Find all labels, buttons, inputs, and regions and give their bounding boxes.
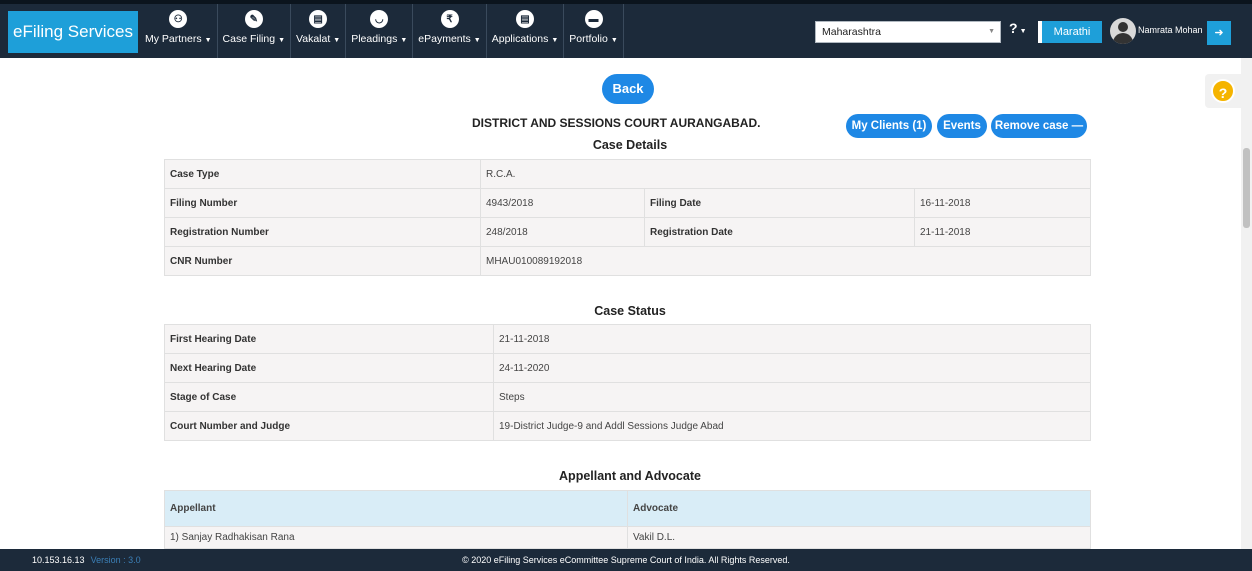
- table-row: 1) Sanjay Radhakisan Rana Vakil D.L.: [164, 526, 1091, 549]
- state-select[interactable]: Maharashtra ▼: [815, 21, 1001, 43]
- appellant-column-header: Appellant: [164, 490, 628, 527]
- court-title: DISTRICT AND SESSIONS COURT AURANGABAD.: [472, 116, 761, 130]
- filing-date-label: Filing Date: [644, 188, 915, 218]
- caret-down-icon: ▼: [473, 37, 481, 44]
- partners-icon: ⚇: [169, 10, 188, 28]
- table-header-row: Appellant Advocate: [164, 490, 1091, 527]
- server-ip: 10.153.16.13: [32, 555, 85, 565]
- help-circle-icon: ?: [1211, 79, 1235, 103]
- state-select-value: Maharashtra: [822, 26, 881, 38]
- menu-portfolio[interactable]: ▬ Portfolio ▼: [564, 4, 624, 58]
- table-row: Registration Number 248/2018 Registratio…: [164, 217, 1091, 247]
- language-button[interactable]: Marathi: [1038, 21, 1102, 43]
- menu-pleadings[interactable]: ◡ Pleadings ▼: [346, 4, 414, 58]
- caret-down-icon: ▼: [610, 37, 618, 44]
- table-row: First Hearing Date 21-11-2018: [164, 324, 1091, 354]
- briefcase-icon: ▬: [584, 10, 603, 28]
- events-button[interactable]: Events: [937, 114, 987, 138]
- menu-label: My Partners: [145, 33, 202, 45]
- my-clients-button[interactable]: My Clients (1): [846, 114, 932, 138]
- registration-date-value: 21-11-2018: [914, 217, 1091, 247]
- avatar-head: [1118, 22, 1128, 32]
- footer: © 2020 eFiling Services eCommittee Supre…: [0, 549, 1252, 571]
- caret-down-icon: ▼: [333, 37, 341, 44]
- case-type-label: Case Type: [164, 159, 481, 189]
- back-button[interactable]: Back: [602, 74, 654, 104]
- appellant-table: Appellant Advocate 1) Sanjay Radhakisan …: [164, 490, 1091, 549]
- caret-down-icon: ▼: [400, 37, 408, 44]
- brand-logo[interactable]: eFiling Services: [8, 11, 138, 53]
- advocate-name: Vakil D.L.: [627, 526, 1091, 549]
- filing-number-value: 4943/2018: [480, 188, 645, 218]
- menu-applications[interactable]: ▤ Applications ▼: [487, 4, 565, 58]
- status-label: Court Number and Judge: [164, 411, 494, 441]
- table-row: Stage of Case Steps: [164, 382, 1091, 412]
- menu-case-filing[interactable]: ✎ Case Filing ▼: [218, 4, 292, 58]
- menu-my-partners[interactable]: ⚇ My Partners ▼: [140, 4, 218, 58]
- avatar-body: [1113, 33, 1133, 44]
- help-widget[interactable]: ?: [1205, 74, 1241, 108]
- menu-label: ePayments: [418, 33, 471, 45]
- status-label: Stage of Case: [164, 382, 494, 412]
- menu-label: Portfolio: [569, 33, 608, 45]
- caret-down-icon: ▼: [1019, 28, 1027, 35]
- status-value: 24-11-2020: [493, 353, 1091, 383]
- menu-label: Case Filing: [222, 33, 276, 45]
- version-text: Version : 3.0: [90, 555, 141, 565]
- appellant-title: Appellant and Advocate: [559, 469, 701, 483]
- cnr-value: MHAU010089192018: [480, 246, 1091, 276]
- table-row: Case Type R.C.A.: [164, 159, 1091, 189]
- menu-label: Pleadings: [351, 33, 398, 45]
- registration-number-value: 248/2018: [480, 217, 645, 247]
- caret-down-icon: ▼: [204, 37, 212, 44]
- remove-case-button[interactable]: Remove case —: [991, 114, 1087, 138]
- table-row: CNR Number MHAU010089192018: [164, 246, 1091, 276]
- file-icon: ▤: [516, 10, 535, 28]
- filing-number-label: Filing Number: [164, 188, 481, 218]
- case-details-title: Case Details: [592, 138, 668, 152]
- status-value: Steps: [493, 382, 1091, 412]
- filing-date-value: 16-11-2018: [914, 188, 1091, 218]
- help-menu[interactable]: ? ▼: [1009, 20, 1027, 36]
- question-icon: ?: [1009, 20, 1018, 36]
- registration-date-label: Registration Date: [644, 217, 915, 247]
- table-row: Court Number and Judge 19-District Judge…: [164, 411, 1091, 441]
- menu-epayments[interactable]: ₹ ePayments ▼: [413, 4, 487, 58]
- rupee-icon: ₹: [440, 10, 459, 28]
- main-menu: ⚇ My Partners ▼ ✎ Case Filing ▼ ▤ Vakalat ▼…: [140, 4, 624, 58]
- registration-number-label: Registration Number: [164, 217, 481, 247]
- document-icon: ▤: [309, 10, 328, 28]
- status-value: 19-District Judge-9 and Addl Sessions Ju…: [493, 411, 1091, 441]
- hands-icon: ◡: [370, 10, 389, 28]
- avatar[interactable]: [1110, 18, 1136, 44]
- caret-down-icon: ▼: [278, 37, 286, 44]
- copyright-text: © 2020 eFiling Services eCommittee Supre…: [462, 555, 790, 565]
- status-label: Next Hearing Date: [164, 353, 494, 383]
- user-name[interactable]: Namrata Mohan...: [1138, 25, 1202, 35]
- status-label: First Hearing Date: [164, 324, 494, 354]
- page-scrollbar[interactable]: [1241, 58, 1252, 549]
- appellant-name: 1) Sanjay Radhakisan Rana: [164, 526, 628, 549]
- status-value: 21-11-2018: [493, 324, 1091, 354]
- top-navbar: eFiling Services ⚇ My Partners ▼ ✎ Case F…: [0, 0, 1252, 58]
- case-details-table: Case Type R.C.A. Filing Number 4943/2018…: [164, 159, 1091, 276]
- logout-button[interactable]: ➜: [1207, 21, 1231, 45]
- pencil-icon: ✎: [244, 10, 263, 28]
- cnr-label: CNR Number: [164, 246, 481, 276]
- menu-vakalat[interactable]: ▤ Vakalat ▼: [291, 4, 347, 58]
- scroll-thumb[interactable]: [1243, 148, 1250, 228]
- logout-icon: ➜: [1214, 27, 1224, 39]
- case-status-title: Case Status: [594, 304, 666, 318]
- advocate-column-header: Advocate: [627, 490, 1091, 527]
- menu-label: Applications: [491, 33, 549, 45]
- caret-down-icon: ▼: [551, 37, 559, 44]
- table-row: Filing Number 4943/2018 Filing Date 16-1…: [164, 188, 1091, 218]
- menu-label: Vakalat: [296, 33, 331, 45]
- case-type-value: R.C.A.: [480, 159, 1091, 189]
- server-info: 10.153.16.13 Version : 3.0: [32, 549, 141, 571]
- dropdown-arrow-icon: ▼: [988, 28, 995, 35]
- table-row: Next Hearing Date 24-11-2020: [164, 353, 1091, 383]
- case-status-table: First Hearing Date 21-11-2018 Next Heari…: [164, 324, 1091, 441]
